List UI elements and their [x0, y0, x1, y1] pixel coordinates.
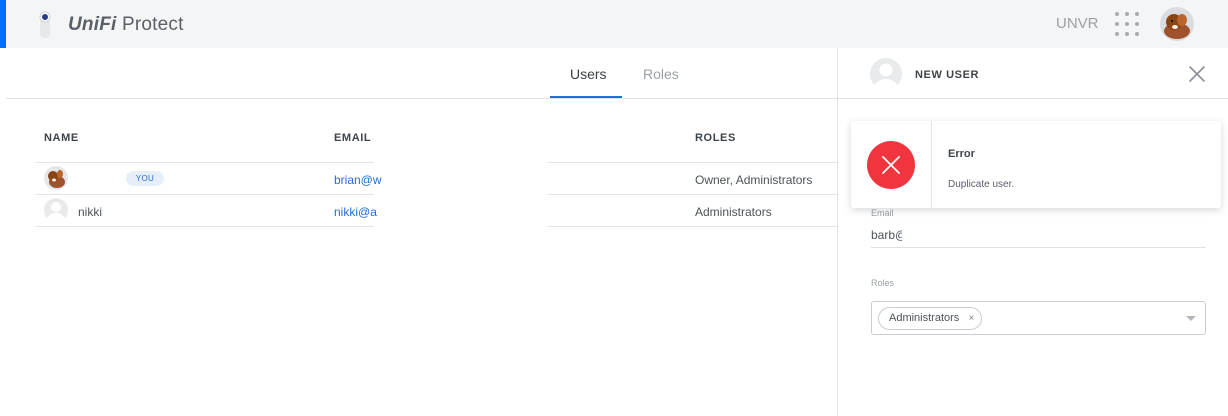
role-chip[interactable]: Administrators ×	[878, 307, 983, 330]
toast-icon-area	[851, 121, 932, 208]
brand-product: Protect	[121, 14, 184, 35]
close-icon[interactable]	[1188, 65, 1206, 83]
camera-icon	[36, 10, 54, 40]
user-roles: Administrators	[695, 205, 772, 219]
new-user-panel: NEW USER Email barb@ Roles Administrator…	[837, 48, 1228, 416]
row-divider	[548, 194, 838, 195]
avatar	[870, 58, 902, 90]
email-underline	[871, 247, 1206, 248]
user-avatar[interactable]	[1160, 7, 1194, 41]
redacted-area	[902, 222, 1000, 244]
user-name: nikki	[78, 205, 103, 219]
chevron-down-icon[interactable]	[1186, 316, 1196, 321]
column-header-roles[interactable]: ROLES	[695, 132, 736, 144]
row-divider	[548, 226, 838, 227]
active-tab-indicator	[550, 96, 622, 98]
tab-bar: Users Roles	[6, 48, 838, 99]
email-label: Email	[871, 208, 894, 218]
brand-unifi: UniFi	[68, 14, 117, 35]
user-email-link[interactable]: nikki@a	[334, 205, 377, 219]
error-x-icon	[867, 141, 915, 189]
user-roles: Owner, Administrators	[695, 173, 813, 187]
column-header-email[interactable]: EMAIL	[334, 132, 371, 144]
toast-title: Error	[948, 148, 975, 160]
avatar	[44, 198, 68, 222]
user-email-link[interactable]: brian@w	[334, 173, 382, 187]
brand[interactable]: UniFi Protect	[36, 10, 184, 40]
tab-users[interactable]: Users	[570, 66, 607, 82]
roles-select[interactable]: Administrators ×	[871, 301, 1206, 335]
panel-header: NEW USER	[838, 48, 1228, 99]
toast-message: Duplicate user.	[948, 179, 1015, 190]
you-badge: YOU	[126, 171, 164, 186]
panel-title: NEW USER	[915, 69, 980, 81]
row-divider	[548, 162, 838, 163]
role-chip-label: Administrators	[889, 312, 960, 324]
grid-icon[interactable]	[1115, 12, 1141, 38]
top-bar: UniFi Protect UNVR	[6, 0, 1228, 48]
row-divider	[36, 162, 374, 163]
error-toast[interactable]: Error Duplicate user.	[851, 121, 1221, 208]
column-header-name[interactable]: NAME	[44, 132, 79, 144]
row-divider	[36, 226, 374, 227]
device-name[interactable]: UNVR	[1056, 15, 1099, 32]
roles-label: Roles	[871, 278, 895, 288]
row-divider	[36, 194, 374, 195]
app-title: UniFi Protect	[68, 14, 184, 36]
app-root: UniFi Protect UNVR Users Roles NAME EMAI…	[0, 0, 1228, 416]
tab-roles[interactable]: Roles	[643, 66, 679, 82]
close-icon[interactable]: ×	[968, 308, 974, 329]
avatar	[44, 166, 68, 190]
